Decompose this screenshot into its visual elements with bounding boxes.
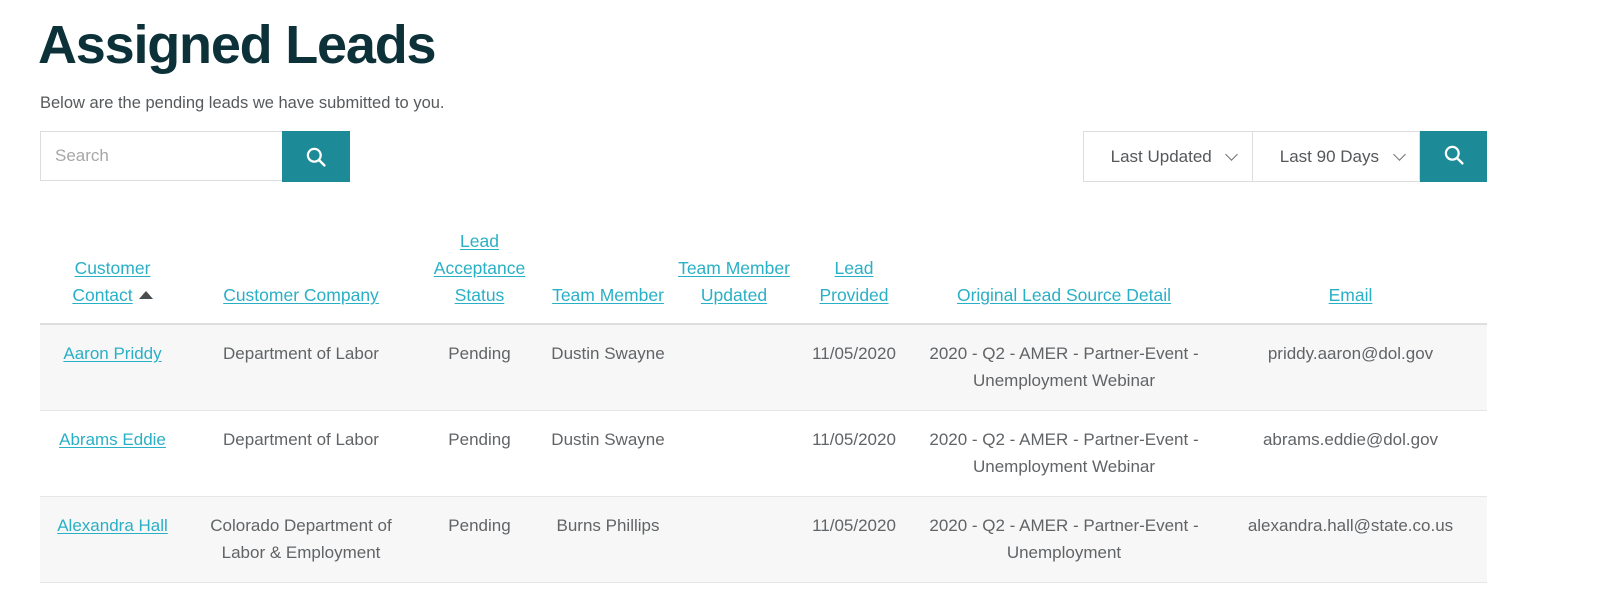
- column-header-team-member[interactable]: Team Member: [542, 228, 674, 325]
- column-header-label[interactable]: Customer Company: [223, 285, 379, 305]
- filter-bar: Last Updated Last 90 Days: [1082, 131, 1487, 182]
- search-button[interactable]: [282, 131, 350, 182]
- cell-team-member-updated: [674, 324, 794, 411]
- search-input[interactable]: [40, 131, 282, 181]
- cell-lead-acceptance-status: Pending: [417, 410, 542, 497]
- cell-team-member-updated: [674, 410, 794, 497]
- column-header-label[interactable]: Team Member: [552, 285, 664, 305]
- cell-customer-contact: Alexandra Hall: [40, 496, 185, 583]
- cell-original-lead-source-detail: 2020 - Q2 - AMER - Partner-Event - Unemp…: [914, 410, 1214, 497]
- cell-customer-company: Colorado Department of Labor & Employmen…: [185, 496, 417, 583]
- leads-table-wrapper: Customer Contact Customer Company Lead A…: [40, 228, 1487, 583]
- cell-customer-company: Department of Labor: [185, 324, 417, 411]
- cell-lead-provided: 11/05/2020: [794, 410, 914, 497]
- cell-lead-acceptance-status: Pending: [417, 324, 542, 411]
- customer-contact-link[interactable]: Abrams Eddie: [59, 430, 166, 449]
- cell-original-lead-source-detail: 2020 - Q2 - AMER - Partner-Event - Unemp…: [914, 496, 1214, 583]
- column-header-email[interactable]: Email: [1214, 228, 1487, 325]
- cell-team-member: Dustin Swayne: [542, 324, 674, 411]
- apply-filter-button[interactable]: [1420, 131, 1487, 182]
- column-header-original-lead-source-detail[interactable]: Original Lead Source Detail: [914, 228, 1214, 325]
- cell-team-member: Dustin Swayne: [542, 410, 674, 497]
- customer-contact-link[interactable]: Alexandra Hall: [57, 516, 168, 535]
- leads-table-body: Aaron Priddy Department of Labor Pending Du…: [40, 324, 1487, 583]
- leads-table-head: Customer Contact Customer Company Lead A…: [40, 228, 1487, 325]
- cell-customer-contact: Aaron Priddy: [40, 324, 185, 411]
- table-row: Abrams Eddie Department of Labor Pending Du…: [40, 410, 1487, 497]
- cell-customer-contact: Abrams Eddie: [40, 410, 185, 497]
- column-header-label[interactable]: Team Member Updated: [678, 258, 790, 305]
- column-header-label[interactable]: Original Lead Source Detail: [957, 285, 1171, 305]
- sort-by-select[interactable]: Last Updated: [1082, 131, 1252, 182]
- cell-email: abrams.eddie@dol.gov: [1214, 410, 1487, 497]
- cell-original-lead-source-detail: 2020 - Q2 - AMER - Partner-Event - Unemp…: [914, 324, 1214, 411]
- column-header-customer-contact[interactable]: Customer Contact: [40, 228, 185, 325]
- column-header-team-member-updated[interactable]: Team Member Updated: [674, 228, 794, 325]
- date-range-select-wrap: Last 90 Days: [1251, 131, 1420, 182]
- customer-contact-link[interactable]: Aaron Priddy: [63, 344, 161, 363]
- column-header-lead-acceptance-status[interactable]: Lead Acceptance Status: [417, 228, 542, 325]
- cell-email: alexandra.hall@state.co.us: [1214, 496, 1487, 583]
- cell-customer-company: Department of Labor: [185, 410, 417, 497]
- date-range-select[interactable]: Last 90 Days: [1251, 131, 1420, 182]
- table-row: Aaron Priddy Department of Labor Pending Du…: [40, 324, 1487, 411]
- page-subtitle: Below are the pending leads we have subm…: [40, 94, 445, 112]
- column-header-label[interactable]: Email: [1329, 285, 1373, 305]
- cell-lead-acceptance-status: Pending: [417, 496, 542, 583]
- search-icon: [305, 146, 327, 168]
- cell-email: priddy.aaron@dol.gov: [1214, 324, 1487, 411]
- column-header-customer-company[interactable]: Customer Company: [185, 228, 417, 325]
- assigned-leads-page: Assigned Leads Below are the pending lea…: [0, 0, 1600, 611]
- table-header-row: Customer Contact Customer Company Lead A…: [40, 228, 1487, 325]
- column-header-lead-provided[interactable]: Lead Provided: [794, 228, 914, 325]
- page-title: Assigned Leads: [38, 15, 437, 75]
- cell-team-member-updated: [674, 496, 794, 583]
- cell-lead-provided: 11/05/2020: [794, 324, 914, 411]
- column-header-label[interactable]: Lead Provided: [819, 258, 888, 305]
- sort-ascending-icon[interactable]: [138, 291, 153, 299]
- search-icon: [1443, 144, 1465, 169]
- cell-team-member: Burns Phillips: [542, 496, 674, 583]
- search-bar: [40, 131, 350, 182]
- table-row: Alexandra Hall Colorado Department of Lab…: [40, 496, 1487, 583]
- sort-by-select-wrap: Last Updated: [1082, 131, 1252, 182]
- column-header-label[interactable]: Lead Acceptance Status: [434, 231, 525, 305]
- cell-lead-provided: 11/05/2020: [794, 496, 914, 583]
- leads-table: Customer Contact Customer Company Lead A…: [40, 228, 1487, 583]
